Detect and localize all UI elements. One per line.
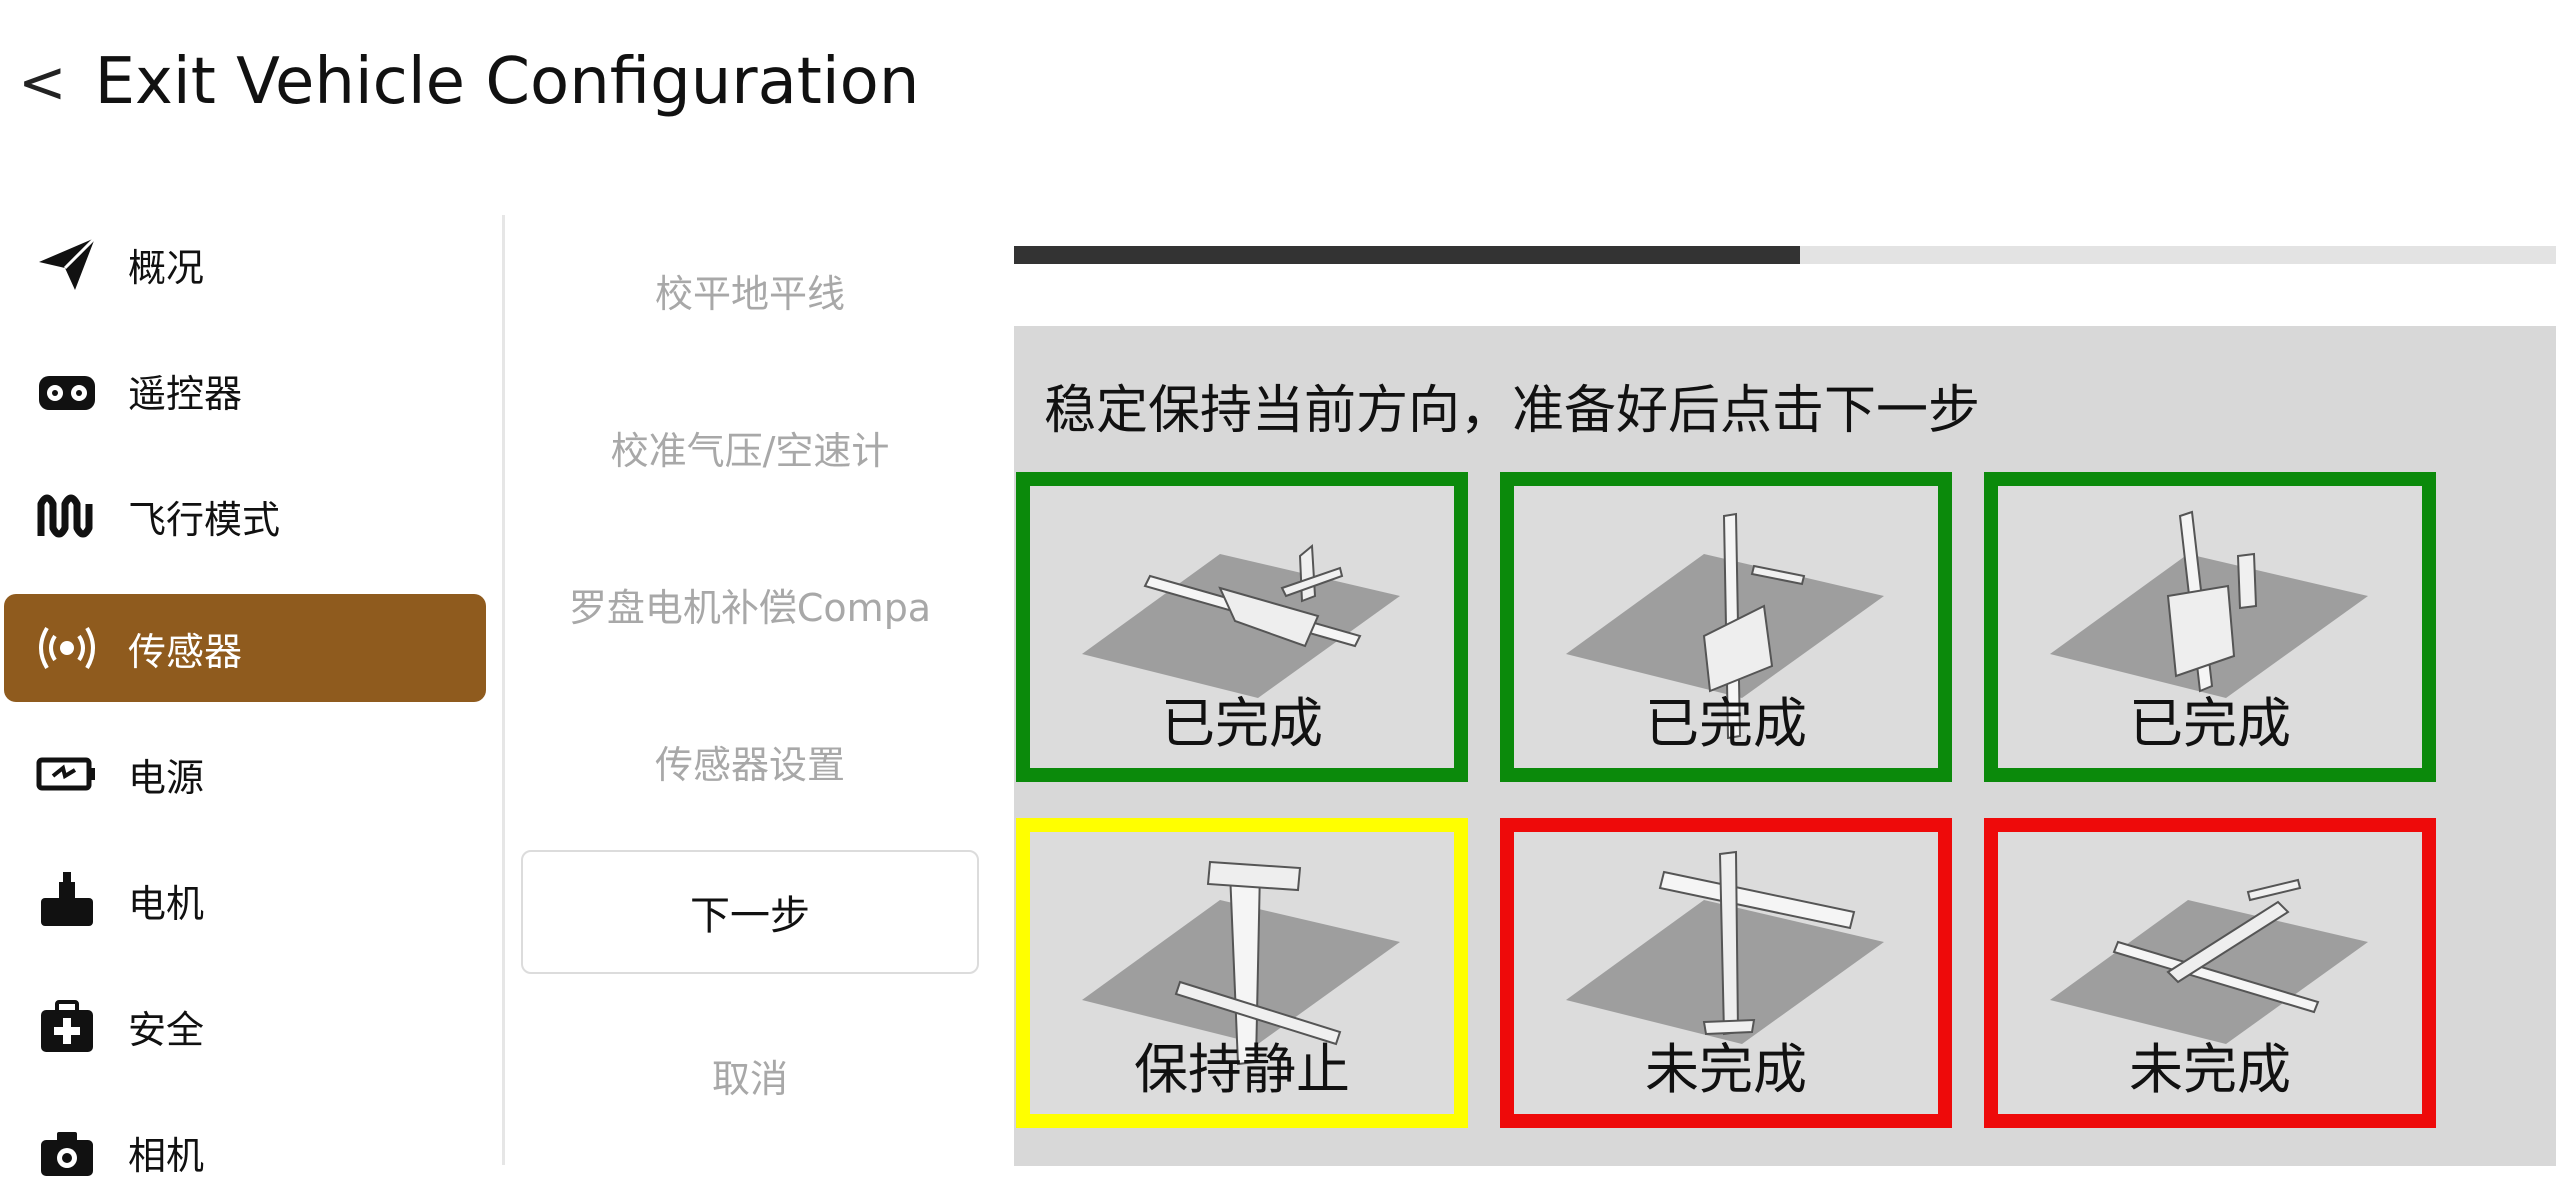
mid-item-baro-airspeed[interactable]: 校准气压/空速计 — [520, 420, 980, 475]
mid-item-compassmot[interactable]: 罗盘电机补偿Compa — [520, 577, 980, 632]
cancel-button[interactable]: 取消 — [520, 1048, 980, 1103]
sidebar-item-label: 飞行模式 — [128, 497, 281, 542]
sidebar-item-label: 电机 — [128, 881, 205, 926]
sidebar-divider — [502, 215, 505, 1165]
tile-status-label: 已完成 — [2129, 692, 2291, 755]
orientation-tile-right-side: 已完成 — [1500, 472, 1952, 782]
tile-status-label: 未完成 — [1645, 1038, 1807, 1101]
instruction-text: 稳定保持当前方向，准备好后点击下一步 — [1044, 381, 1981, 441]
sidebar-item-label: 遥控器 — [128, 371, 243, 416]
tile-status-label: 已完成 — [1161, 692, 1323, 755]
motor-icon — [32, 865, 102, 935]
tile-status-label: 已完成 — [1645, 692, 1807, 755]
radio-controller-icon — [32, 355, 102, 425]
sidebar-item-label: 安全 — [128, 1007, 205, 1052]
sidebar-item-power[interactable]: 电源 — [4, 720, 486, 828]
sidebar-item-label: 概况 — [128, 245, 205, 290]
progress-fill — [1014, 246, 1801, 264]
app-window: < Exit Vehicle Configuration 概况 遥控器 飞行模式 — [0, 0, 2560, 1195]
sidebar-item-label: 相机 — [128, 1133, 205, 1178]
exit-vehicle-config-link[interactable]: < Exit Vehicle Configuration — [18, 50, 919, 114]
battery-icon — [32, 739, 102, 809]
next-button[interactable]: 下一步 — [521, 850, 979, 974]
mid-item-sensor-settings[interactable]: 传感器设置 — [520, 734, 980, 789]
sidebar-item-label: 传感器 — [128, 629, 243, 674]
camera-icon — [32, 1117, 102, 1187]
sidebar-item-radio[interactable]: 遥控器 — [4, 336, 486, 444]
calibration-progress-bar — [1014, 246, 2556, 264]
orientation-tile-level: 已完成 — [1016, 472, 1468, 782]
sidebar-item-camera[interactable]: 相机 — [4, 1098, 486, 1195]
sidebar-item-sensors[interactable]: 传感器 — [4, 594, 486, 702]
sidebar-item-summary[interactable]: 概况 — [4, 210, 486, 318]
calibration-panel: 稳定保持当前方向，准备好后点击下一步 已完成 已完成 已完成 保持静止 未完成 … — [1014, 326, 2556, 1166]
flight-mode-wave-icon — [32, 481, 102, 551]
sensor-broadcast-icon — [32, 613, 102, 683]
back-chevron-icon[interactable]: < — [18, 53, 67, 111]
tile-status-label: 保持静止 — [1134, 1038, 1350, 1101]
first-aid-kit-icon — [32, 991, 102, 1061]
paper-plane-icon — [32, 229, 102, 299]
sidebar-item-label: 电源 — [128, 755, 205, 800]
sidebar: 概况 遥控器 飞行模式 传感器 电源 电机 安全 相机 — [0, 210, 490, 1180]
sidebar-item-safety[interactable]: 安全 — [4, 972, 486, 1080]
sidebar-item-motors[interactable]: 电机 — [4, 846, 486, 954]
tile-status-label: 未完成 — [2129, 1038, 2291, 1101]
mid-item-level-horizon[interactable]: 校平地平线 — [520, 263, 980, 318]
orientation-tile-upside-down: 未完成 — [1984, 818, 2436, 1128]
orientation-tile-nose-up: 未完成 — [1500, 818, 1952, 1128]
page-title[interactable]: Exit Vehicle Configuration — [95, 50, 920, 114]
orientation-tile-nose-down: 保持静止 — [1016, 818, 1468, 1128]
orientation-tile-left-side: 已完成 — [1984, 472, 2436, 782]
sidebar-item-flight-modes[interactable]: 飞行模式 — [4, 462, 486, 570]
